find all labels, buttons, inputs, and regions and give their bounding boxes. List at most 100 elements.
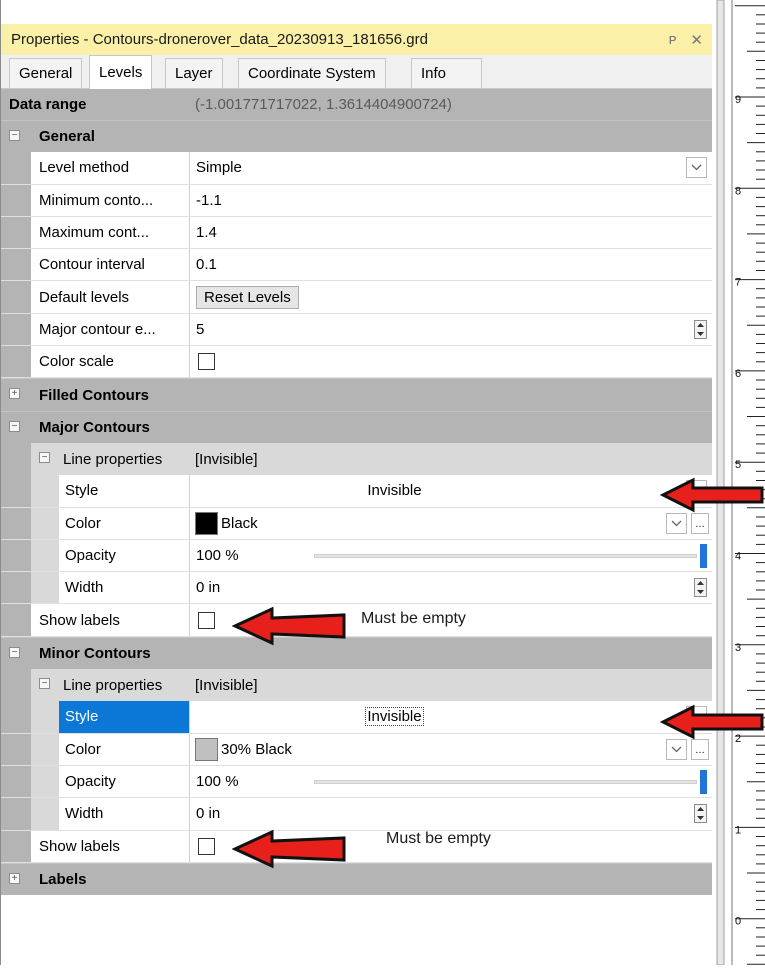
tab-levels[interactable]: Levels	[89, 55, 153, 89]
level-method-label: Level method	[39, 159, 130, 177]
property-minor-show-labels[interactable]: Show labels	[1, 830, 713, 863]
ellipsis-button[interactable]: …	[691, 512, 709, 534]
minor-style-value[interactable]: Invisible	[365, 707, 424, 727]
tab-coordinate-system[interactable]: Coordinate System	[238, 58, 386, 88]
section-filled-contours[interactable]: + Filled Contours	[1, 378, 713, 411]
tab-bar: General Levels Layer Coordinate System I…	[1, 55, 713, 89]
collapse-icon[interactable]: −	[9, 420, 20, 432]
red-arrow-icon	[232, 606, 346, 646]
major-contour-every-value[interactable]: 5	[189, 313, 713, 346]
reset-levels-button[interactable]: Reset Levels	[196, 285, 299, 309]
property-minor-width[interactable]: Width 0 in	[1, 798, 713, 831]
spinner-icon[interactable]	[694, 578, 707, 598]
property-color-scale[interactable]: Color scale	[1, 346, 713, 379]
minor-width-value[interactable]: 0 in	[189, 798, 713, 830]
property-maximum-contour[interactable]: Maximum cont... 1.4	[1, 216, 713, 250]
data-range-row: Data range (-1.001771717022, 1.361440490…	[1, 89, 713, 120]
maximum-contour-value[interactable]: 1.4	[189, 216, 713, 249]
color-scale-checkbox[interactable]	[198, 353, 215, 371]
major-show-labels-checkbox[interactable]	[198, 611, 215, 629]
default-levels-label: Default levels	[39, 288, 130, 306]
major-line-properties-value: [Invisible]	[195, 450, 258, 468]
minor-show-labels-label: Show labels	[39, 837, 120, 855]
maximum-contour-label: Maximum cont...	[39, 224, 150, 242]
major-show-labels-label: Show labels	[39, 611, 120, 629]
major-line-properties[interactable]: − Line properties [Invisible]	[1, 442, 713, 476]
major-width-label: Width	[65, 579, 104, 597]
minor-line-properties-value: [Invisible]	[195, 676, 258, 694]
ruler-tick-label: 0	[735, 916, 741, 928]
ruler-tick-label: 8	[735, 185, 741, 197]
minimum-contour-value[interactable]: -1.1	[189, 184, 713, 216]
chevron-down-icon[interactable]	[666, 512, 687, 534]
minor-color-value[interactable]: 30% Black	[221, 741, 292, 758]
property-contour-interval[interactable]: Contour interval 0.1	[1, 249, 713, 282]
section-labels[interactable]: + Labels	[1, 862, 713, 896]
ruler-tick-label: 7	[735, 277, 741, 289]
major-opacity-label: Opacity	[65, 547, 116, 564]
property-minor-color[interactable]: Color 30% Black …	[1, 733, 713, 766]
expand-icon[interactable]: +	[9, 388, 20, 400]
property-default-levels[interactable]: Default levels Reset Levels	[1, 281, 713, 314]
spinner-icon[interactable]	[694, 804, 707, 824]
spinner-icon[interactable]	[694, 319, 707, 339]
property-major-style[interactable]: Style Invisible	[1, 475, 713, 508]
close-icon[interactable]: ✕	[690, 31, 703, 49]
property-major-color[interactable]: Color Black …	[1, 507, 713, 540]
minor-style-label: Style	[59, 701, 189, 733]
property-major-show-labels[interactable]: Show labels	[1, 604, 713, 637]
collapse-icon[interactable]: −	[9, 646, 20, 658]
section-minor-contours[interactable]: − Minor Contours	[1, 636, 713, 670]
red-arrow-icon	[660, 704, 764, 740]
property-major-contour-every[interactable]: Major contour e... 5	[1, 313, 713, 347]
minimum-contour-label: Minimum conto...	[39, 191, 154, 209]
minor-show-labels-checkbox[interactable]	[198, 837, 215, 855]
property-level-method[interactable]: Level method Simple	[1, 152, 713, 185]
section-general[interactable]: − General	[1, 120, 713, 153]
level-method-value[interactable]: Simple	[189, 152, 713, 184]
contour-interval-value[interactable]: 0.1	[189, 249, 713, 281]
collapse-icon[interactable]: −	[9, 130, 20, 141]
tab-general[interactable]: General	[9, 58, 83, 88]
panel-title-bar[interactable]: Properties - Contours-dronerover_data_20…	[1, 24, 713, 55]
data-range-value: (-1.001771717022, 1.3614404900724)	[195, 96, 452, 113]
minor-line-properties[interactable]: − Line properties [Invisible]	[1, 669, 713, 702]
pin-icon[interactable]: ᴩ	[669, 31, 677, 49]
color-swatch	[195, 511, 218, 535]
major-color-label: Color	[65, 514, 101, 532]
major-color-value[interactable]: Black	[221, 515, 258, 532]
tab-layer[interactable]: Layer	[165, 58, 223, 88]
opacity-slider-thumb[interactable]	[700, 769, 707, 794]
chevron-down-icon[interactable]	[686, 157, 707, 179]
expand-icon[interactable]: +	[9, 872, 20, 884]
collapse-icon[interactable]: −	[39, 678, 50, 690]
color-swatch	[195, 737, 218, 761]
ruler-tick-label: 1	[735, 824, 741, 836]
data-range-label: Data range	[9, 96, 87, 113]
property-major-width[interactable]: Width 0 in	[1, 572, 713, 605]
properties-panel: Properties - Contours-dronerover_data_20…	[0, 0, 713, 965]
section-major-contours[interactable]: − Major Contours	[1, 410, 713, 443]
opacity-slider-track[interactable]	[314, 553, 697, 558]
section-labels-label: Labels	[39, 870, 87, 888]
property-minor-opacity[interactable]: Opacity 100 %	[1, 765, 713, 799]
ruler-tick-label: 6	[735, 368, 741, 380]
major-line-properties-label: Line properties	[63, 450, 163, 468]
major-width-value[interactable]: 0 in	[189, 572, 713, 604]
opacity-slider-track[interactable]	[314, 779, 697, 784]
section-filled-contours-label: Filled Contours	[39, 386, 149, 404]
opacity-slider-thumb[interactable]	[700, 543, 707, 568]
tab-info[interactable]: Info	[411, 58, 482, 88]
minor-color-label: Color	[65, 740, 101, 758]
ruler-tick-label: 9	[735, 94, 741, 106]
ruler-tick-label: 4	[735, 551, 741, 563]
annotation-note: Must be empty	[386, 830, 491, 847]
collapse-icon[interactable]: −	[39, 451, 50, 463]
minor-width-label: Width	[65, 805, 104, 823]
red-arrow-icon	[660, 477, 764, 513]
property-major-opacity[interactable]: Opacity 100 %	[1, 539, 713, 573]
major-contour-every-label: Major contour e...	[39, 320, 156, 338]
major-style-value[interactable]: Invisible	[189, 475, 713, 507]
property-minimum-contour[interactable]: Minimum conto... -1.1	[1, 184, 713, 217]
property-minor-style[interactable]: Style Invisible	[1, 701, 713, 734]
